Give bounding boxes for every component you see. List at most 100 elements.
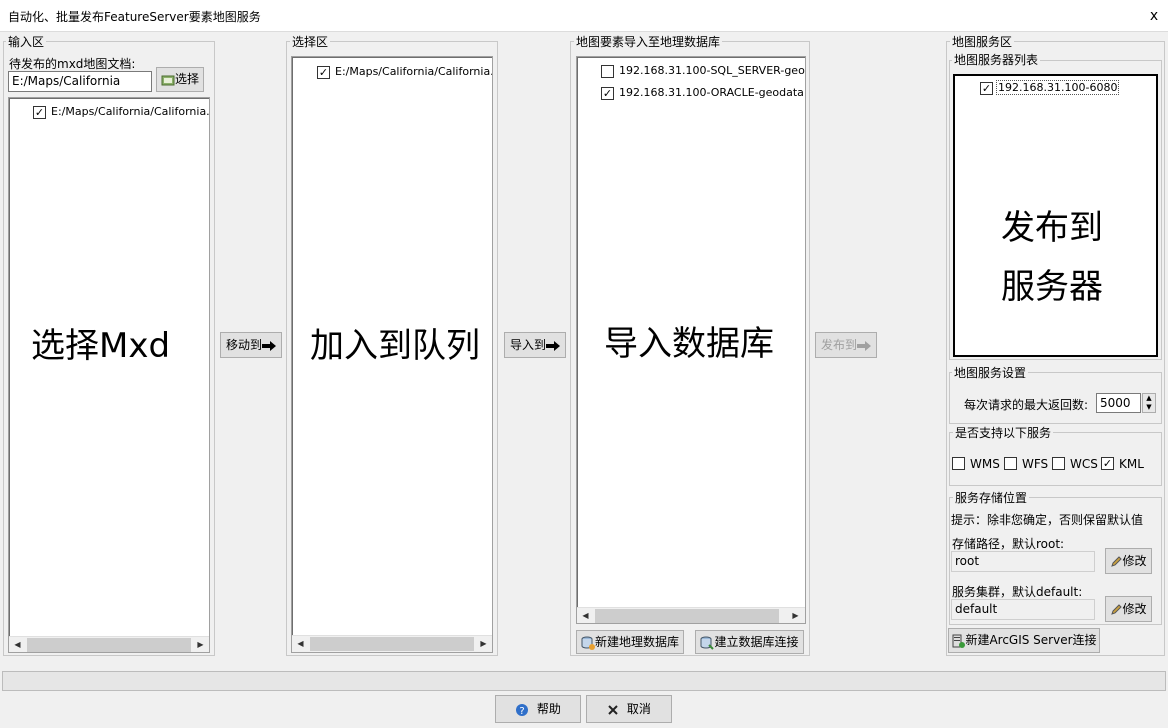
horizontal-scrollbar[interactable]: ◀ ▶ (292, 635, 492, 652)
spin-up-icon[interactable]: ▲ (1143, 394, 1155, 403)
modify-cluster-button[interactable]: 修改 (1105, 596, 1152, 622)
import-button[interactable]: 导入到 (504, 332, 566, 358)
service-option-wcs[interactable]: WCS (1052, 456, 1098, 471)
arrow-right-icon (857, 340, 871, 351)
storage-legend: 服务存储位置 (953, 491, 1030, 505)
move-button-label: 移动到 (225, 338, 262, 352)
title-bar: 自动化、批量发布FeatureServer要素地图服务 x (0, 0, 1168, 32)
scroll-left-icon[interactable]: ◀ (9, 637, 26, 652)
item-checkbox[interactable]: ✓ (601, 86, 614, 100)
arrow-right-icon (262, 340, 276, 351)
svg-text:?: ? (519, 706, 524, 717)
select-button-label: 选择 (174, 72, 199, 86)
list-item[interactable]: 192.168.31.100-SQL_SERVER-geodata (601, 64, 805, 78)
database-connect-icon (700, 636, 715, 650)
max-records-spinner[interactable]: ▲ ▼ (1142, 393, 1156, 413)
edit-icon (1111, 603, 1123, 615)
item-checkbox[interactable] (601, 64, 614, 78)
item-checkbox[interactable]: ✓ (33, 105, 46, 119)
input-area-legend: 输入区 (6, 35, 47, 49)
service-settings-legend: 地图服务设置 (952, 366, 1029, 380)
storage-path-label: 存储路径，默认root: (952, 537, 1065, 551)
server-list[interactable]: ✓ 192.168.31.100-6080 发布到 服务器 (953, 74, 1158, 357)
db-area-legend: 地图要素导入至地理数据库 (574, 35, 723, 49)
spin-down-icon[interactable]: ▼ (1143, 403, 1155, 412)
list-item[interactable]: ✓ 192.168.31.100-ORACLE-geodata (601, 86, 804, 100)
import-db-overlay: 导入数据库 (604, 324, 774, 364)
publish-button-label: 发布到 (820, 338, 857, 352)
item-label: E:/Maps/California/California.mxd (335, 65, 493, 78)
cluster-input[interactable]: default (951, 599, 1095, 620)
item-checkbox[interactable]: ✓ (980, 81, 993, 95)
server-list-legend: 地图服务器列表 (952, 53, 1041, 67)
kml-checkbox[interactable]: ✓ (1101, 457, 1114, 470)
service-area-legend: 地图服务区 (950, 35, 1015, 49)
wfs-checkbox[interactable] (1004, 457, 1017, 470)
scroll-thumb[interactable] (310, 637, 474, 651)
help-button-label: 帮助 (536, 702, 561, 716)
list-item[interactable]: ✓ E:/Maps/California/California.mxd (33, 105, 210, 119)
folder-icon (161, 75, 175, 85)
item-checkbox[interactable]: ✓ (317, 65, 330, 79)
new-geodatabase-label: 新建地理数据库 (594, 635, 679, 649)
cancel-icon (608, 704, 618, 715)
queue-overlay: 加入到队列 (310, 326, 480, 366)
connect-db-button[interactable]: 建立数据库连接 (695, 630, 804, 654)
wms-label: WMS (970, 456, 1000, 471)
modify-path-button[interactable]: 修改 (1105, 548, 1152, 574)
mxd-path-input[interactable]: E:/Maps/California (8, 71, 152, 92)
close-icon[interactable]: x (1146, 7, 1162, 25)
help-button[interactable]: ? 帮助 (495, 695, 581, 723)
select-button[interactable]: 选择 (156, 67, 204, 92)
wms-checkbox[interactable] (952, 457, 965, 470)
cancel-button[interactable]: 取消 (586, 695, 672, 723)
service-option-wfs[interactable]: WFS (1004, 456, 1048, 471)
service-option-kml[interactable]: ✓ KML (1101, 456, 1144, 471)
cancel-button-label: 取消 (626, 702, 651, 716)
scroll-thumb[interactable] (27, 638, 191, 652)
horizontal-scrollbar[interactable]: ◀ ▶ (9, 636, 209, 652)
publish-button[interactable]: 发布到 (815, 332, 877, 358)
max-records-input[interactable]: 5000 (1096, 393, 1141, 413)
scroll-left-icon[interactable]: ◀ (577, 608, 594, 623)
help-icon: ? (516, 703, 529, 717)
doc-label: 待发布的mxd地图文档: (9, 57, 136, 71)
list-item[interactable]: ✓ E:/Maps/California/California.mxd (317, 65, 493, 79)
wcs-label: WCS (1070, 456, 1098, 471)
service-option-wms[interactable]: WMS (952, 456, 1000, 471)
cluster-label: 服务集群，默认default: (952, 585, 1083, 599)
scroll-thumb[interactable] (595, 609, 779, 623)
scroll-right-icon[interactable]: ▶ (475, 636, 492, 652)
edit-icon (1111, 555, 1123, 567)
scroll-left-icon[interactable]: ◀ (292, 636, 309, 652)
list-item[interactable]: ✓ 192.168.31.100-6080 (980, 80, 1120, 95)
arrow-right-icon (546, 340, 560, 351)
wcs-checkbox[interactable] (1052, 457, 1065, 470)
new-arcgis-connection-label: 新建ArcGIS Server连接 (965, 633, 1097, 647)
item-label: E:/Maps/California/California.mxd (51, 105, 210, 118)
server-add-icon (952, 634, 966, 648)
window-title: 自动化、批量发布FeatureServer要素地图服务 (8, 10, 261, 24)
new-arcgis-connection-button[interactable]: 新建ArcGIS Server连接 (948, 628, 1100, 653)
geodatabase-list[interactable]: 192.168.31.100-SQL_SERVER-geodata ✓ 192.1… (576, 56, 806, 624)
support-legend: 是否支持以下服务 (953, 426, 1054, 440)
modify-cluster-label: 修改 (1122, 602, 1147, 616)
scroll-right-icon[interactable]: ▶ (787, 608, 804, 623)
publish-overlay-line2: 服务器 (1001, 267, 1103, 307)
item-label: 192.168.31.100-ORACLE-geodata (619, 86, 804, 99)
move-button[interactable]: 移动到 (220, 332, 282, 358)
storage-hint: 提示：除非您确定，否则保留默认值 (951, 513, 1144, 527)
storage-path-input[interactable]: root (951, 551, 1095, 572)
horizontal-scrollbar[interactable]: ◀ ▶ (577, 607, 805, 623)
modify-path-label: 修改 (1122, 554, 1147, 568)
queue-list[interactable]: ✓ E:/Maps/California/California.mxd 加入到队列… (291, 56, 493, 653)
import-button-label: 导入到 (509, 338, 546, 352)
scroll-right-icon[interactable]: ▶ (192, 637, 209, 652)
new-geodatabase-button[interactable]: 新建地理数据库 (576, 630, 684, 654)
publish-overlay-line1: 发布到 (1001, 208, 1103, 248)
selection-area-legend: 选择区 (290, 35, 331, 49)
wfs-label: WFS (1022, 456, 1049, 471)
mxd-list[interactable]: ✓ E:/Maps/California/California.mxd 选择Mxd… (8, 97, 210, 653)
select-mxd-overlay: 选择Mxd (31, 326, 171, 366)
item-label: 192.168.31.100-6080 (996, 80, 1120, 95)
